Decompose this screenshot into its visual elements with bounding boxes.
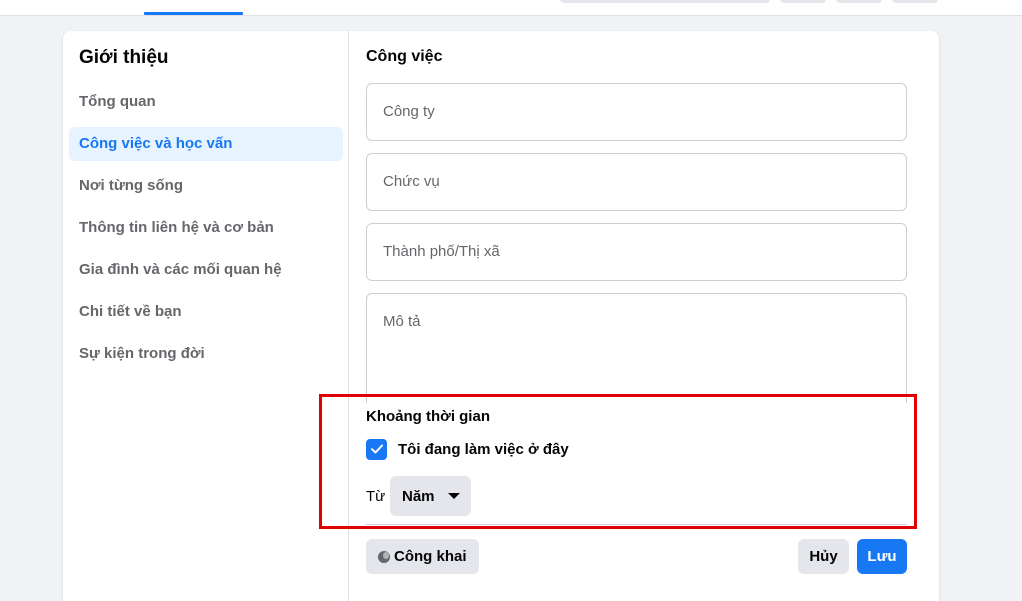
city-placeholder: Thành phố/Thị xã [383,243,500,260]
time-period-title: Khoảng thời gian [366,408,490,425]
work-form: Công việc Công ty Chức vụ Thành phố/Thị … [350,31,939,601]
about-sidebar: Giới thiệu Tổng quan Công việc và học vấ… [63,31,349,601]
top-navigation-bar [0,0,1022,16]
sidebar-item-life-events[interactable]: Sự kiện trong đời [69,337,343,371]
sidebar-title: Giới thiệu [79,47,169,68]
position-placeholder: Chức vụ [383,173,440,190]
sidebar-item-family-relationships[interactable]: Gia đình và các mối quan hệ [69,253,343,287]
privacy-label: Công khai [394,548,467,565]
checkmark-icon [370,444,383,454]
city-field[interactable]: Thành phố/Thị xã [366,223,907,281]
form-divider [366,524,907,525]
top-bar-control[interactable] [560,0,770,3]
currently-working-row[interactable]: Tôi đang làm việc ở đây [366,438,569,460]
description-field[interactable]: Mô tả [366,293,907,403]
save-button[interactable]: Lưu [857,539,907,574]
sidebar-item-contact-basic-info[interactable]: Thông tin liên hệ và cơ bản [69,211,343,245]
sidebar-item-work-education[interactable]: Công việc và học vấn [69,127,343,161]
globe-icon [378,550,390,563]
currently-working-checkbox[interactable] [366,438,387,460]
sidebar-item-places-lived[interactable]: Nơi từng sống [69,169,343,203]
from-label: Từ [366,488,386,505]
position-field[interactable]: Chức vụ [366,153,907,211]
currently-working-label: Tôi đang làm việc ở đây [398,440,569,458]
company-placeholder: Công ty [383,103,435,120]
active-tab-indicator [144,12,243,15]
description-placeholder: Mô tả [383,313,421,330]
top-bar-control[interactable] [836,0,882,3]
section-title: Công việc [366,48,443,65]
cancel-button[interactable]: Hủy [798,539,849,574]
year-select-value: Năm [402,487,435,505]
sidebar-item-overview[interactable]: Tổng quan [69,85,343,119]
about-nav: Tổng quan Công việc và học vấn Nơi từng … [69,85,343,379]
about-card: Giới thiệu Tổng quan Công việc và học vấ… [63,31,939,601]
company-field[interactable]: Công ty [366,83,907,141]
year-select[interactable]: Năm [390,476,471,516]
top-bar-control[interactable] [780,0,826,3]
caret-down-icon [447,493,460,499]
top-bar-control[interactable] [892,0,938,3]
privacy-button[interactable]: Công khai [366,539,479,574]
sidebar-item-details-about-you[interactable]: Chi tiết về bạn [69,295,343,329]
